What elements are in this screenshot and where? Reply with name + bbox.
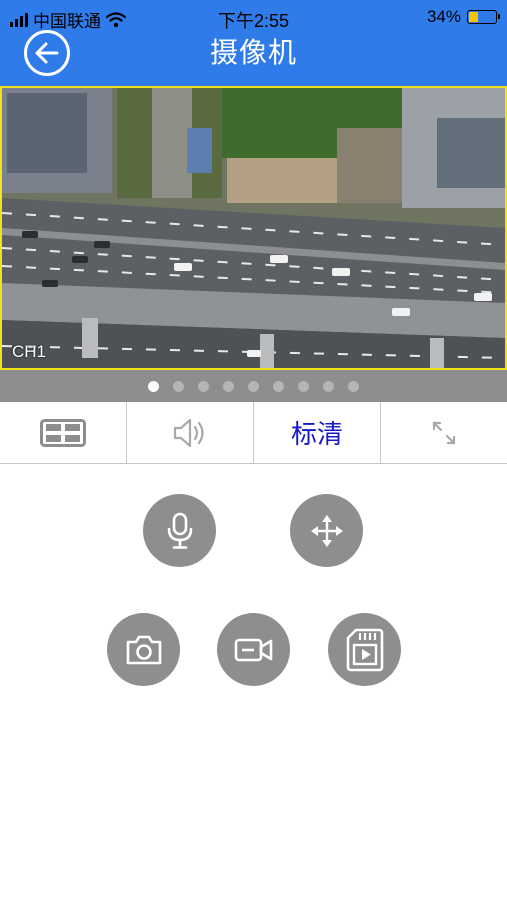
pager-dot[interactable] xyxy=(148,380,159,392)
pager-dot[interactable] xyxy=(323,380,334,392)
battery-fill xyxy=(469,12,478,22)
top-bar: 中国联通 下午2:55 34% 摄像机 xyxy=(0,0,507,86)
quality-label: 标清 xyxy=(290,419,343,449)
playback-button[interactable] xyxy=(328,613,401,686)
status-right: 34% xyxy=(426,7,500,27)
channel-label: CH1 xyxy=(12,342,47,361)
layout-button[interactable] xyxy=(0,402,127,463)
record-button[interactable] xyxy=(217,613,290,686)
microphone-icon xyxy=(167,512,192,549)
video-record-icon xyxy=(234,638,272,661)
pager-dot[interactable] xyxy=(298,380,309,392)
camera-icon xyxy=(126,635,161,664)
sd-card-playback-icon xyxy=(346,628,383,671)
pager-dot[interactable] xyxy=(248,380,259,392)
status-bar: 中国联通 下午2:55 34% xyxy=(0,0,507,34)
expand-icon xyxy=(432,421,456,444)
snapshot-button[interactable] xyxy=(107,613,180,686)
battery-icon xyxy=(467,10,500,24)
pager-dot[interactable] xyxy=(348,380,359,392)
battery-percent: 34% xyxy=(426,7,461,26)
audio-button[interactable] xyxy=(127,402,254,463)
pager-dot[interactable] xyxy=(273,380,284,392)
page-title: 摄像机 xyxy=(209,37,297,68)
pager-dot[interactable] xyxy=(223,380,234,392)
pager-dot[interactable] xyxy=(173,380,184,392)
video-toolbar: 标清 xyxy=(0,402,507,464)
ptz-arrows-icon xyxy=(310,514,343,547)
fullscreen-button[interactable] xyxy=(381,402,507,463)
talk-button[interactable] xyxy=(143,494,216,567)
ptz-button[interactable] xyxy=(290,494,363,567)
pager-dot[interactable] xyxy=(198,380,209,392)
channel-pager xyxy=(0,370,507,402)
speaker-icon xyxy=(173,418,204,447)
quality-button[interactable]: 标清 xyxy=(254,402,381,463)
grid-layout-icon xyxy=(40,418,86,447)
video-view[interactable]: CH1 xyxy=(0,86,507,370)
camera-feed-image xyxy=(2,88,505,368)
